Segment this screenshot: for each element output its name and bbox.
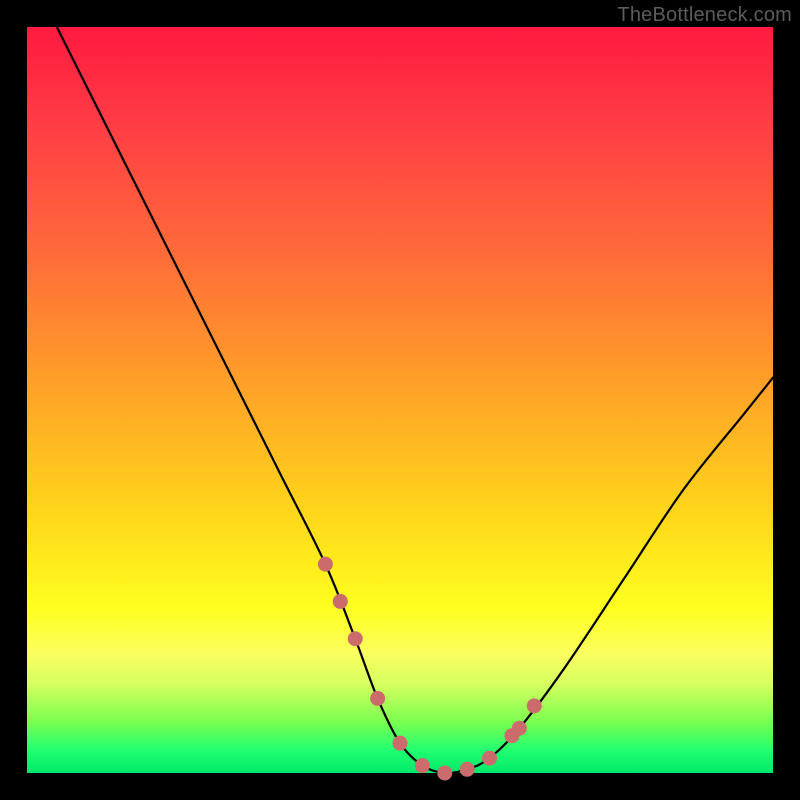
highlight-dot [393,736,408,751]
chart-container: TheBottleneck.com [0,0,800,800]
highlight-dot [348,631,363,646]
highlight-dot [482,751,497,766]
highlight-dot [333,594,348,609]
highlight-dot [460,762,475,777]
highlight-dot [318,557,333,572]
highlight-dots [318,557,542,781]
highlight-dot [370,691,385,706]
plot-area [27,27,773,773]
highlight-dot [415,758,430,773]
curve-layer [27,27,773,773]
highlight-dot [527,698,542,713]
highlight-dot [512,721,527,736]
bottleneck-curve [57,27,773,773]
watermark-text: TheBottleneck.com [617,4,792,27]
highlight-dot [437,766,452,781]
